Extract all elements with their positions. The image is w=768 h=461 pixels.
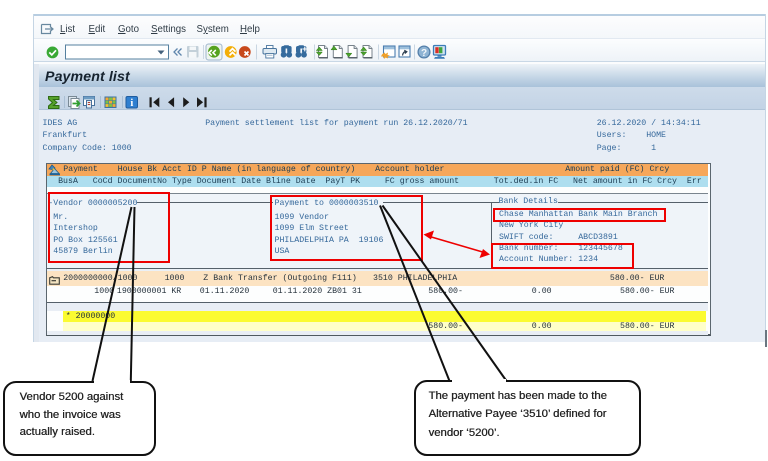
svg-text:?: ? bbox=[421, 48, 427, 59]
svg-text:i: i bbox=[130, 98, 133, 109]
